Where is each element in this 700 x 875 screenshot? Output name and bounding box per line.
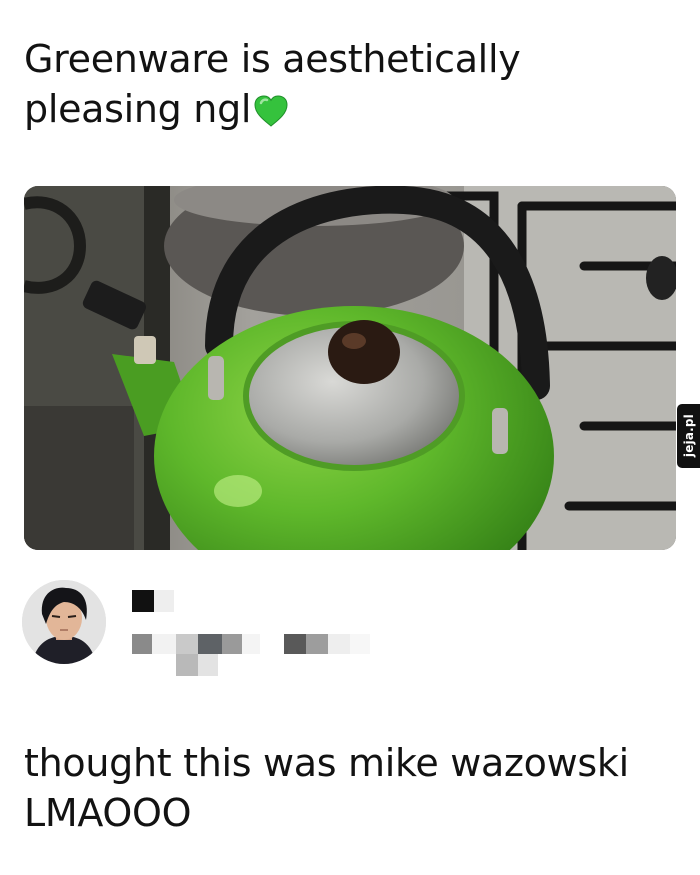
post-top-text: Greenware is aesthetically pleasing ngl <box>24 34 674 140</box>
avatar-illustration <box>22 580 106 664</box>
avatar[interactable] <box>22 580 106 664</box>
watermark-text: jeja.pl <box>681 414 696 458</box>
green-kettle-photo <box>24 186 676 550</box>
green-heart-icon <box>253 90 289 140</box>
jeja-watermark: jeja.pl <box>677 404 700 468</box>
reply-text: thought this was mike wazowski LMAOOO <box>24 741 629 835</box>
